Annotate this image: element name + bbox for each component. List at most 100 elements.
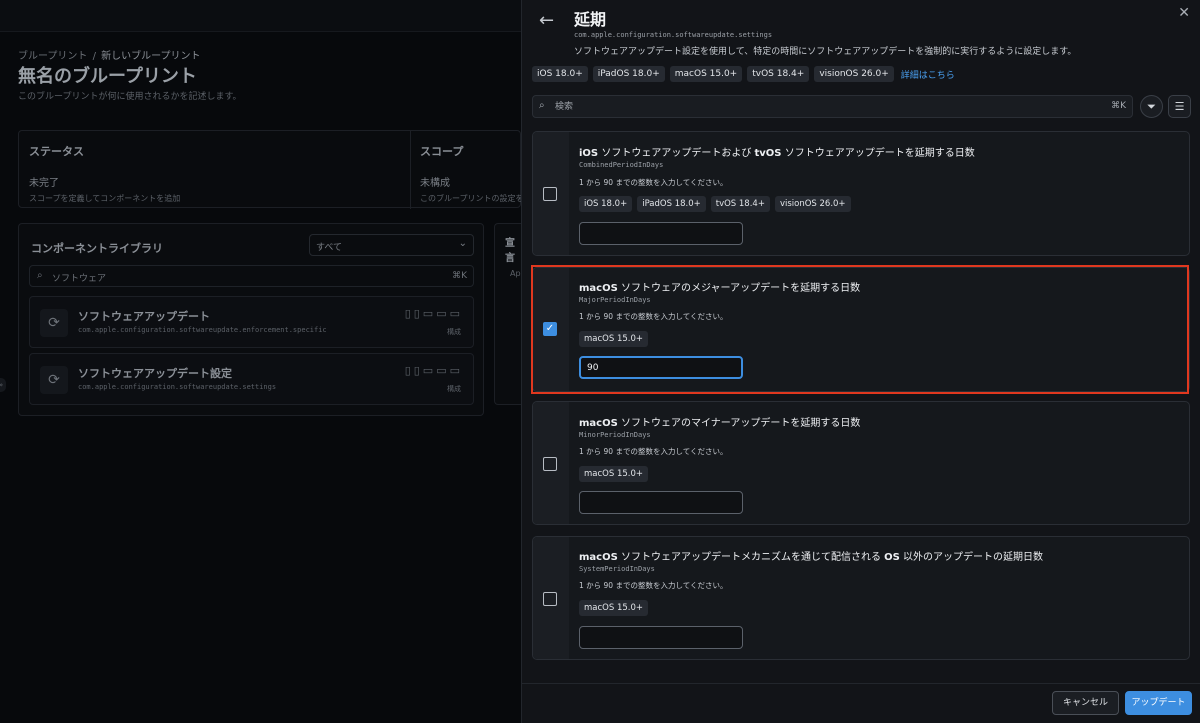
library-search-shortcut: ⌘K (452, 271, 467, 281)
status-sub: スコープを定義してコンポーネントを追加 (29, 194, 181, 203)
device-icons: ▯▯▭▭▭ (404, 364, 463, 377)
drawer-search: ⌕ ⌘K (532, 95, 1133, 118)
scope-sub: このブループリントの設定を (420, 194, 524, 203)
setting-hint: 1 から 90 までの整数を入力してください。 (579, 178, 728, 187)
close-icon[interactable]: ✕ (1178, 5, 1190, 21)
drawer-search-input[interactable] (555, 99, 1095, 114)
days-input[interactable] (579, 491, 743, 514)
component-library: コンポーネントライブラリ すべて ⌄ ⌕ ソフトウェア ⌘K ⟳ ソフトウェアア… (18, 223, 484, 416)
days-input[interactable] (579, 356, 743, 379)
platform-chip: iPadOS 18.0+ (592, 66, 665, 82)
filter-button[interactable]: ⏷ (1140, 95, 1163, 118)
device-icons: ▯▯▭▭▭ (404, 307, 463, 320)
library-filter-select[interactable]: すべて ⌄ (309, 234, 474, 256)
library-filter-value: すべて (316, 243, 343, 253)
setting-hint: 1 から 90 までの整数を入力してください。 (579, 581, 728, 590)
library-search-input[interactable]: ⌕ ソフトウェア ⌘K (29, 265, 474, 287)
update-button[interactable]: アップデート (1125, 691, 1192, 715)
platform-chip: visionOS 26.0+ (814, 66, 894, 82)
platform-chip: macOS 15.0+ (579, 600, 648, 616)
search-icon: ⌕ (539, 100, 545, 111)
drawer-description: ソフトウェアアップデート設定を使用して、特定の時間にソフトウェアアップデートを強… (574, 47, 1077, 57)
drawer-search-shortcut: ⌘K (1111, 101, 1126, 111)
deferral-drawer: ← ✕ 延期 com.apple.configuration.softwareu… (521, 0, 1200, 723)
scope-column: スコープ 未構成 このブループリントの設定を (420, 143, 524, 204)
setting-title-bold: macOS (579, 552, 618, 563)
platform-chips: iOS 18.0+ iPadOS 18.0+ macOS 15.0+ tvOS … (532, 66, 955, 82)
settings-adjust-button[interactable]: ☰ (1168, 95, 1191, 118)
page-description[interactable]: このブループリントが何に使用されるかを記述します。 (18, 89, 242, 102)
footer-divider (522, 683, 1200, 684)
sliders-icon: ☰ (1174, 100, 1185, 113)
setting-key: MajorPeriodInDays (579, 296, 651, 304)
library-item-name: ソフトウェアアップデート設定 (78, 367, 232, 380)
cancel-button[interactable]: キャンセル (1052, 691, 1119, 715)
setting-title-text: ソフトウェアアップデートメカニズムを通じて配信される (617, 552, 885, 563)
declarations-text: Ap (510, 269, 521, 278)
enable-checkbox[interactable] (543, 187, 557, 201)
page-title[interactable]: 無名のブループリント (18, 62, 197, 88)
back-arrow-icon[interactable]: ← (539, 10, 554, 31)
platform-chip: iPadOS 18.0+ (637, 196, 706, 212)
breadcrumb-root[interactable]: ブループリント (18, 51, 87, 62)
platform-chip: macOS 15.0+ (579, 466, 648, 482)
enable-checkbox[interactable] (543, 457, 557, 471)
setting-system-period: macOS ソフトウェアアップデートメカニズムを通じて配信される OS 以外のア… (532, 536, 1190, 660)
scope-value: 未構成 (420, 178, 450, 189)
declarations-panel: 宣言 Ap (494, 223, 521, 405)
setting-title: macOS ソフトウェアアップデートメカニズムを通じて配信される OS 以外のア… (579, 548, 1043, 563)
platform-chip: tvOS 18.4+ (710, 196, 770, 212)
breadcrumb-separator: / (92, 51, 96, 62)
setting-platform-chips: macOS 15.0+ (579, 331, 648, 347)
setting-title: iOS ソフトウェアアップデートおよび tvOS ソフトウェアアップデートを延期… (579, 144, 975, 159)
library-item-identifier: com.apple.configuration.softwareupdate.s… (78, 383, 277, 391)
platform-chip: visionOS 26.0+ (774, 196, 851, 212)
platform-chip: iOS 18.0+ (532, 66, 588, 82)
sync-icon: ⟳ (40, 366, 68, 394)
setting-title-bold: macOS (579, 283, 618, 294)
chevron-down-icon: ⌄ (458, 238, 467, 249)
library-item-identifier: com.apple.configuration.softwareupdate.e… (78, 326, 327, 334)
status-divider (410, 131, 411, 209)
setting-title: macOS ソフトウェアのマイナーアップデートを延期する日数 (579, 414, 860, 429)
setting-title-text: ソフトウェアのマイナーアップデートを延期する日数 (617, 418, 861, 429)
library-item-config-label: 構成 (447, 328, 461, 336)
platform-chip: macOS 15.0+ (579, 331, 648, 347)
setting-title-text: ソフトウェアのメジャーアップデートを延期する日数 (617, 283, 861, 294)
background-topbar (0, 0, 521, 32)
sync-icon: ⟳ (40, 309, 68, 337)
setting-title-bold: macOS (579, 418, 618, 429)
library-item-software-update-settings[interactable]: ⟳ ソフトウェアアップデート設定 com.apple.configuration… (29, 353, 474, 405)
status-heading: ステータス (29, 145, 84, 158)
details-link[interactable]: 詳細はこちら (901, 68, 955, 81)
setting-title: macOS ソフトウェアのメジャーアップデートを延期する日数 (579, 279, 860, 294)
library-search-value: ソフトウェア (52, 274, 107, 284)
checkmark-icon: ✓ (545, 323, 555, 334)
setting-title-text: ソフトウェアアップデートを延期する日数 (781, 148, 975, 159)
library-item-name: ソフトウェアアップデート (78, 310, 210, 323)
platform-chip: macOS 15.0+ (669, 66, 743, 82)
setting-title-bold: iOS (579, 148, 599, 159)
setting-key: CombinedPeriodInDays (579, 161, 664, 169)
setting-combined-period: iOS ソフトウェアアップデートおよび tvOS ソフトウェアアップデートを延期… (532, 131, 1190, 256)
status-column: ステータス 未完了 スコープを定義してコンポーネントを追加 (29, 143, 180, 204)
setting-key: SystemPeriodInDays (579, 565, 655, 573)
enable-checkbox[interactable] (543, 592, 557, 606)
search-icon: ⌕ (37, 270, 43, 281)
library-title: コンポーネントライブラリ (31, 242, 163, 255)
setting-hint: 1 から 90 までの整数を入力してください。 (579, 312, 728, 321)
setting-title-text: ソフトウェアアップデートおよび (598, 148, 755, 159)
sidebar-collapse-handle[interactable]: » (0, 378, 6, 392)
status-card: ステータス 未完了 スコープを定義してコンポーネントを追加 スコープ 未構成 こ… (18, 130, 524, 209)
setting-platform-chips: macOS 15.0+ (579, 600, 648, 616)
days-input[interactable] (579, 626, 743, 649)
days-input[interactable] (579, 222, 743, 245)
enable-checkbox[interactable]: ✓ (543, 322, 557, 336)
library-item-config-label: 構成 (447, 385, 461, 393)
blueprint-page: ブループリント / 新しいブループリント 無名のブループリント このブループリン… (0, 32, 524, 723)
setting-title-text: 以外のアップデートの延期日数 (899, 552, 1044, 563)
breadcrumb: ブループリント / 新しいブループリント (18, 47, 201, 62)
scope-heading: スコープ (420, 145, 464, 158)
library-item-software-update[interactable]: ⟳ ソフトウェアアップデート com.apple.configuration.s… (29, 296, 474, 348)
setting-major-period: ✓ macOS ソフトウェアのメジャーアップデートを延期する日数 MajorPe… (532, 267, 1190, 392)
